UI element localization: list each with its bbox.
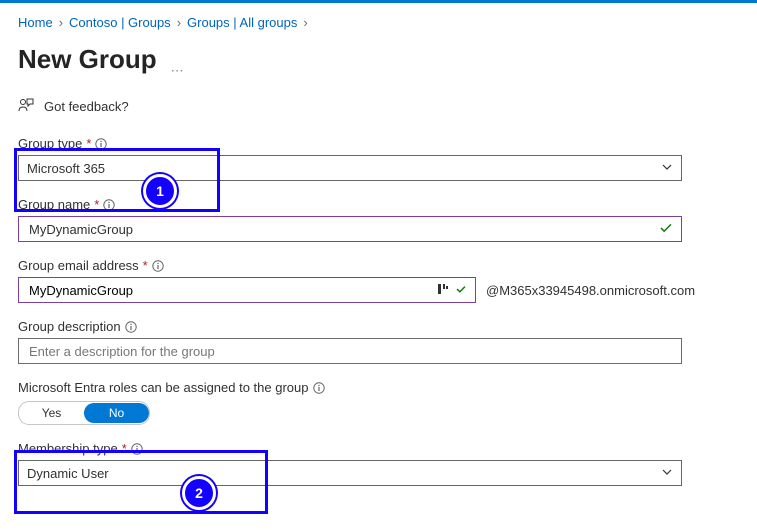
field-group-description: Group description — [18, 319, 739, 364]
membership-type-select[interactable]: Dynamic User — [18, 460, 682, 486]
group-description-input[interactable] — [27, 343, 673, 360]
required-marker: * — [94, 197, 99, 212]
domain-picker-icon[interactable] — [437, 283, 449, 298]
feedback-icon — [18, 97, 34, 116]
group-name-label: Group name * — [18, 197, 739, 212]
field-group-name: Group name * — [18, 197, 739, 242]
title-row: New Group ⋯ — [18, 44, 739, 97]
check-icon — [659, 221, 673, 238]
breadcrumb-all-groups[interactable]: Groups | All groups — [187, 15, 297, 30]
more-actions-icon[interactable]: ⋯ — [171, 63, 186, 79]
group-email-label: Group email address * — [18, 258, 739, 273]
chevron-down-icon — [661, 161, 673, 176]
group-type-label: Group type * — [18, 136, 739, 151]
label-text: Membership type — [18, 441, 118, 456]
toggle-no[interactable]: No — [84, 403, 149, 423]
label-text: Group email address — [18, 258, 139, 273]
field-entra-roles: Microsoft Entra roles can be assigned to… — [18, 380, 739, 425]
group-name-input[interactable] — [27, 221, 659, 238]
group-type-value: Microsoft 365 — [27, 161, 105, 176]
group-email-input[interactable] — [27, 282, 437, 299]
email-input-icons — [437, 283, 467, 298]
breadcrumb-separator: › — [177, 15, 181, 30]
membership-type-label: Membership type * — [18, 441, 739, 456]
field-group-email: Group email address * — [18, 258, 739, 303]
page-title: New Group — [18, 44, 157, 75]
annotation-badge-2: 2 — [182, 476, 216, 510]
info-icon[interactable] — [152, 260, 164, 272]
required-marker: * — [143, 258, 148, 273]
group-name-input-wrap — [18, 216, 682, 242]
breadcrumb: Home › Contoso | Groups › Groups | All g… — [18, 13, 739, 44]
breadcrumb-separator: › — [59, 15, 63, 30]
breadcrumb-contoso-groups[interactable]: Contoso | Groups — [69, 15, 171, 30]
feedback-link[interactable]: Got feedback? — [18, 97, 739, 116]
entra-roles-toggle[interactable]: Yes No — [18, 401, 150, 425]
content-area: Home › Contoso | Groups › Groups | All g… — [0, 3, 757, 486]
toggle-yes[interactable]: Yes — [19, 403, 84, 423]
label-text: Group name — [18, 197, 90, 212]
group-description-label: Group description — [18, 319, 739, 334]
info-icon[interactable] — [131, 443, 143, 455]
info-icon[interactable] — [95, 138, 107, 150]
email-domain-suffix: @M365x33945498.onmicrosoft.com — [486, 283, 695, 298]
info-icon[interactable] — [313, 382, 325, 394]
annotation-badge-1: 1 — [143, 174, 177, 208]
required-marker: * — [86, 136, 91, 151]
label-text: Microsoft Entra roles can be assigned to… — [18, 380, 309, 395]
page-root: Home › Contoso | Groups › Groups | All g… — [0, 0, 757, 530]
group-description-input-wrap — [18, 338, 682, 364]
breadcrumb-home[interactable]: Home — [18, 15, 53, 30]
breadcrumb-separator: › — [303, 15, 307, 30]
check-icon — [455, 283, 467, 298]
entra-roles-label: Microsoft Entra roles can be assigned to… — [18, 380, 739, 395]
feedback-label: Got feedback? — [44, 99, 129, 114]
required-marker: * — [122, 441, 127, 456]
info-icon[interactable] — [103, 199, 115, 211]
group-email-row: @M365x33945498.onmicrosoft.com — [18, 277, 739, 303]
field-group-type: Group type * Microsoft 365 — [18, 136, 739, 181]
chevron-down-icon — [661, 466, 673, 481]
group-type-select[interactable]: Microsoft 365 — [18, 155, 682, 181]
label-text: Group description — [18, 319, 121, 334]
membership-type-value: Dynamic User — [27, 466, 109, 481]
info-icon[interactable] — [125, 321, 137, 333]
group-email-input-wrap — [18, 277, 476, 303]
label-text: Group type — [18, 136, 82, 151]
field-membership-type: Membership type * Dynamic User — [18, 441, 739, 486]
